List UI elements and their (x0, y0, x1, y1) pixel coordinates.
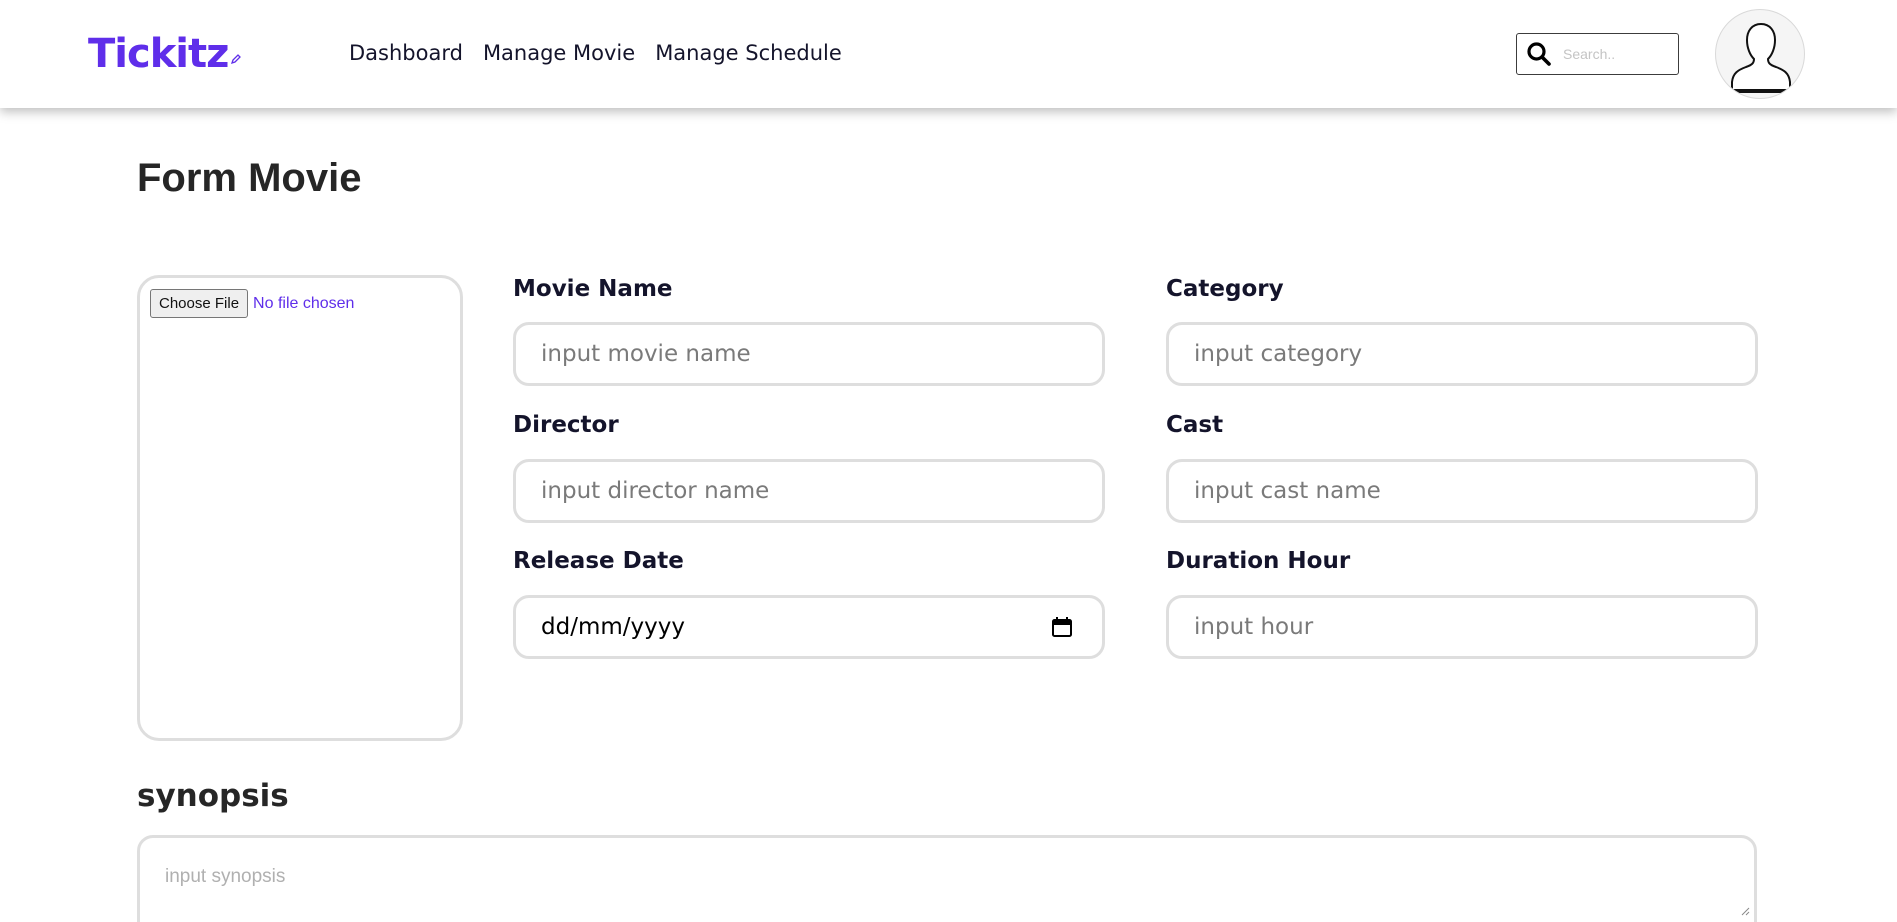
search-box (1516, 33, 1679, 75)
cast-input[interactable]: input cast name (1166, 459, 1758, 523)
synopsis-placeholder: input synopsis (165, 866, 286, 887)
release-date-input[interactable]: dd/mm/yyyy (513, 595, 1105, 659)
navbar: Tickitz Dashboard Manage Movie Manage Sc… (0, 0, 1897, 108)
search-icon[interactable] (1525, 40, 1553, 68)
file-status: No file chosen (253, 294, 355, 312)
duration-hour-placeholder: input hour (1194, 614, 1314, 640)
cast-label: Cast (1166, 412, 1224, 438)
nav-manage-movie[interactable]: Manage Movie (483, 38, 635, 68)
category-label: Category (1166, 276, 1284, 302)
search-input[interactable] (1563, 46, 1673, 62)
calendar-icon[interactable] (1050, 615, 1074, 639)
category-placeholder: input category (1194, 341, 1363, 367)
director-input[interactable]: input director name (513, 459, 1105, 523)
nav-dashboard[interactable]: Dashboard (349, 38, 463, 68)
movie-name-label: Movie Name (513, 276, 673, 302)
poster-upload-box[interactable]: Choose File No file chosen (137, 275, 463, 741)
director-label: Director (513, 412, 619, 438)
movie-name-input[interactable]: input movie name (513, 322, 1105, 386)
pencil-icon (231, 54, 242, 65)
duration-hour-input[interactable]: input hour (1166, 595, 1758, 659)
release-date-value: dd/mm/yyyy (541, 614, 685, 640)
director-placeholder: input director name (541, 478, 770, 504)
choose-file-button[interactable]: Choose File (150, 289, 249, 318)
category-input[interactable]: input category (1166, 322, 1758, 386)
nav-manage-schedule[interactable]: Manage Schedule (655, 38, 842, 68)
tickitz-logo[interactable]: Tickitz (88, 28, 242, 80)
logo-text: Tickitz (88, 31, 229, 77)
synopsis-label: synopsis (137, 778, 289, 814)
resize-grip-icon[interactable] (1740, 906, 1750, 916)
user-avatar-icon[interactable] (1715, 9, 1805, 99)
synopsis-textarea[interactable]: input synopsis (137, 835, 1757, 922)
page-title: Form Movie (137, 156, 362, 200)
duration-hour-label: Duration Hour (1166, 548, 1351, 574)
movie-name-placeholder: input movie name (541, 341, 751, 367)
nav-links: Dashboard Manage Movie Manage Schedule (349, 38, 842, 68)
cast-placeholder: input cast name (1194, 478, 1381, 504)
file-input[interactable]: Choose File No file chosen (150, 289, 354, 318)
release-date-label: Release Date (513, 548, 684, 574)
